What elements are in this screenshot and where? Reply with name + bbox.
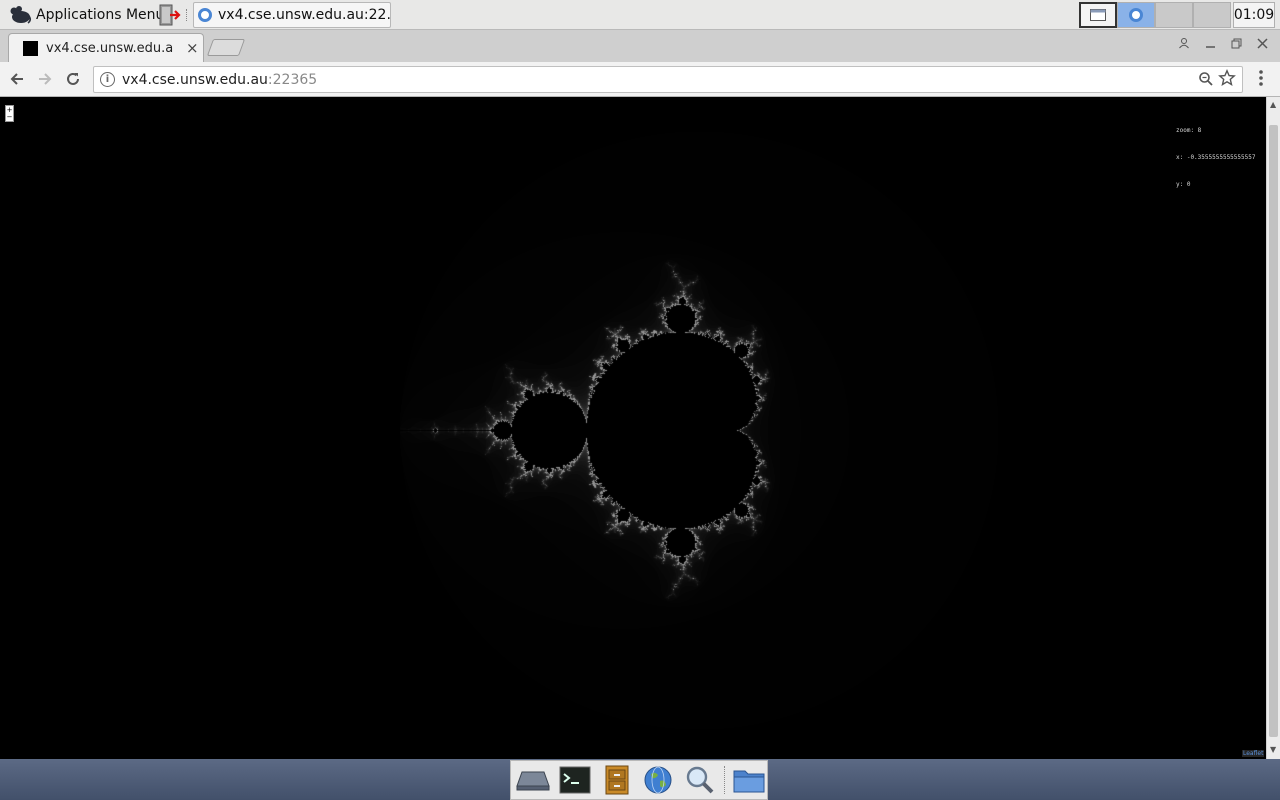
reload-icon [67,72,79,85]
window-icon [1090,9,1106,21]
zoom-control[interactable]: + − [5,105,14,122]
url-host: vx4.cse.unsw.edu.au [122,71,268,88]
bottom-panel [0,759,1280,800]
back-arrow-icon [10,73,23,85]
file-cabinet-icon[interactable] [599,763,635,797]
window-controls [1174,34,1272,52]
terminal-icon[interactable] [557,763,593,797]
mandelbrot-map[interactable] [0,97,1266,759]
xfce-mouse-icon [10,6,32,24]
workspace-2[interactable] [1117,2,1155,28]
new-tab-button[interactable] [206,39,246,56]
panel-separator [186,9,188,21]
minimize-button[interactable] [1200,34,1220,52]
url-port: :22365 [267,71,318,88]
taskbar-window-title: vx4.cse.unsw.edu.au:22... [218,7,391,23]
close-window-button[interactable] [1252,34,1272,52]
dock-separator [724,766,726,794]
forward-button[interactable] [32,66,58,92]
magnifier-icon[interactable] [1198,71,1214,87]
workspace-4[interactable] [1193,2,1231,28]
browser-toolbar: i vx4.cse.unsw.edu.au :22365 [0,62,1280,97]
search-icon[interactable] [682,763,718,797]
coordinate-readout: zoom: 8 x: -0.3555555555555557 y: 0 [1176,108,1255,207]
x-readout: x: -0.3555555555555557 [1176,154,1256,161]
browser-tab[interactable]: vx4.cse.unsw.edu.au:22365 × [8,33,204,62]
applications-menu-button[interactable]: Applications Menu [4,2,168,28]
favicon-icon [23,40,38,56]
vertical-scrollbar[interactable]: ▲ ▼ [1266,97,1280,759]
back-button[interactable] [4,66,30,92]
chromium-icon [198,8,212,22]
reload-button[interactable] [60,66,86,92]
taskbar-window-button[interactable]: vx4.cse.unsw.edu.au:22... [193,2,391,28]
scroll-thumb[interactable] [1269,125,1278,737]
zoom-readout: zoom: 8 [1176,127,1202,134]
logout-icon[interactable] [158,4,182,26]
web-browser-icon[interactable] [640,763,676,797]
workspace-3[interactable] [1155,2,1193,28]
restore-button[interactable] [1226,34,1246,52]
address-bar[interactable]: i vx4.cse.unsw.edu.au :22365 [93,66,1243,93]
top-panel: Applications Menu vx4.cse.unsw.edu.au:22… [0,0,1280,30]
map-attribution-link[interactable]: Leaflet [1242,750,1265,757]
profile-icon[interactable] [1174,34,1194,52]
page-viewport[interactable]: + − zoom: 8 x: -0.3555555555555557 y: 0 … [0,97,1266,759]
info-icon[interactable]: i [100,72,115,87]
star-icon[interactable] [1218,69,1236,87]
kebab-menu-icon[interactable] [1256,68,1266,88]
zoom-out-button[interactable]: − [7,113,13,121]
applications-menu-label: Applications Menu [36,7,165,23]
folder-icon[interactable] [731,763,767,797]
scroll-up-icon[interactable]: ▲ [1270,100,1276,109]
workspace-switcher [1079,2,1231,28]
chromium-icon [1129,8,1143,22]
workspace-1[interactable] [1079,2,1117,28]
browser-tab-strip: vx4.cse.unsw.edu.au:22365 × [0,30,1280,62]
panel-clock[interactable]: 01:09 [1233,2,1275,28]
scroll-down-icon[interactable]: ▼ [1270,745,1276,754]
forward-arrow-icon [39,73,52,85]
tab-close-button[interactable]: × [186,39,199,57]
drive-icon[interactable] [515,763,551,797]
tab-title: vx4.cse.unsw.edu.au:22365 [46,40,174,56]
launcher-dock [510,760,768,800]
y-readout: y: 0 [1176,181,1191,188]
